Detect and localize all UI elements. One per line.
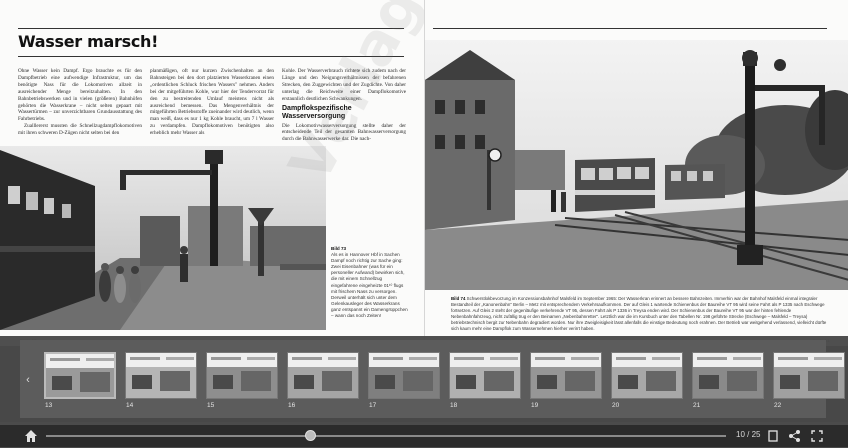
caption-label: Bild 73	[331, 246, 347, 251]
page-title: Wasser marsch!	[18, 32, 159, 51]
left-page[interactable]: Wasser marsch! Ohne Wasser kein Dampf. E…	[0, 0, 424, 346]
page-thumbnail[interactable]	[287, 352, 359, 399]
page-thumbnail[interactable]	[449, 352, 521, 399]
flipbook-viewer: Wasser marsch! Ohne Wasser kein Dampf. E…	[0, 0, 848, 447]
page-thumbnail[interactable]	[206, 352, 278, 399]
fullscreen-icon[interactable]	[810, 429, 824, 443]
pages-icon[interactable]	[766, 429, 780, 443]
paragraph: Ohne Wasser kein Dampf. Ergo brauchte es…	[18, 68, 142, 123]
page-thumbnail[interactable]	[773, 352, 845, 399]
viewer-toolbar: 10 / 25	[0, 425, 848, 447]
text-column-3: Kohle. Der Wasserverbrauch richtete sich…	[282, 68, 406, 143]
caption-label: Bild 74	[451, 296, 466, 301]
page-thumbnail[interactable]	[44, 352, 116, 399]
text-column-2: planmäßigen, oft nur kurzen Zwischenhalt…	[150, 68, 274, 137]
thumbnail-track: ‹ › 13141516171819202122	[20, 340, 845, 418]
title-rule	[18, 56, 404, 57]
thumbnail-page-number: 14	[126, 402, 134, 409]
photo-caption-73: Bild 73 Als es in Hannover Hbf in Sachen…	[331, 246, 409, 319]
text-column-1: Ohne Wasser kein Dampf. Ergo brauchte es…	[18, 68, 142, 137]
thumbnail-strip: ‹ › 13141516171819202122	[0, 336, 848, 422]
thumbnail-page-number: 21	[693, 402, 701, 409]
header-rule	[433, 28, 827, 29]
thumbnail-page-number: 20	[612, 402, 620, 409]
caption-text: Als es in Hannover Hbf in Sachen Dampf n…	[331, 252, 408, 319]
thumbnail-page-number: 19	[531, 402, 539, 409]
thumbnail-page-number: 22	[774, 402, 782, 409]
thumbnail-page-number: 17	[369, 402, 377, 409]
photo-water-crane-hannover	[0, 146, 326, 330]
thumbnail-page-number: 15	[207, 402, 215, 409]
page-thumbnail[interactable]	[125, 352, 197, 399]
page-progress-handle[interactable]	[305, 430, 317, 441]
section-subheading: Dampflokspezifische Wasserversorgung	[282, 104, 352, 120]
paragraph: Zualllererst mussten die Schnellzugdampf…	[18, 123, 142, 137]
chevron-left-icon[interactable]: ‹	[22, 374, 34, 386]
page-progress-track[interactable]	[46, 435, 726, 437]
right-page[interactable]: Bild 74 Schwerstlokbevorzung im Konzessi…	[424, 0, 848, 346]
thumbnail-page-number: 16	[288, 402, 296, 409]
page-counter: 10 / 25	[736, 430, 761, 439]
photo-malsfeld-station	[425, 40, 848, 290]
home-icon[interactable]	[24, 429, 38, 443]
header-rule	[18, 28, 404, 29]
paragraph: Die Lokomotivwasserversorgung stellte da…	[282, 122, 406, 143]
thumbnail-page-number: 13	[45, 402, 53, 409]
photo-caption-74: Bild 74 Schwerstlokbevorzung im Konzessi…	[451, 296, 833, 332]
page-thumbnail[interactable]	[368, 352, 440, 399]
page-thumbnail[interactable]	[611, 352, 683, 399]
paragraph: Kohle. Der Wasserverbrauch richtete sich…	[282, 68, 406, 102]
paragraph: planmäßigen, oft nur kurzen Zwischenhalt…	[150, 68, 274, 137]
page-thumbnail[interactable]	[692, 352, 764, 399]
page-thumbnail[interactable]	[530, 352, 602, 399]
caption-text: Schwerstlokbevorzung im Konzessionsbahnh…	[451, 296, 827, 331]
share-icon[interactable]	[788, 429, 802, 443]
thumbnail-page-number: 18	[450, 402, 458, 409]
